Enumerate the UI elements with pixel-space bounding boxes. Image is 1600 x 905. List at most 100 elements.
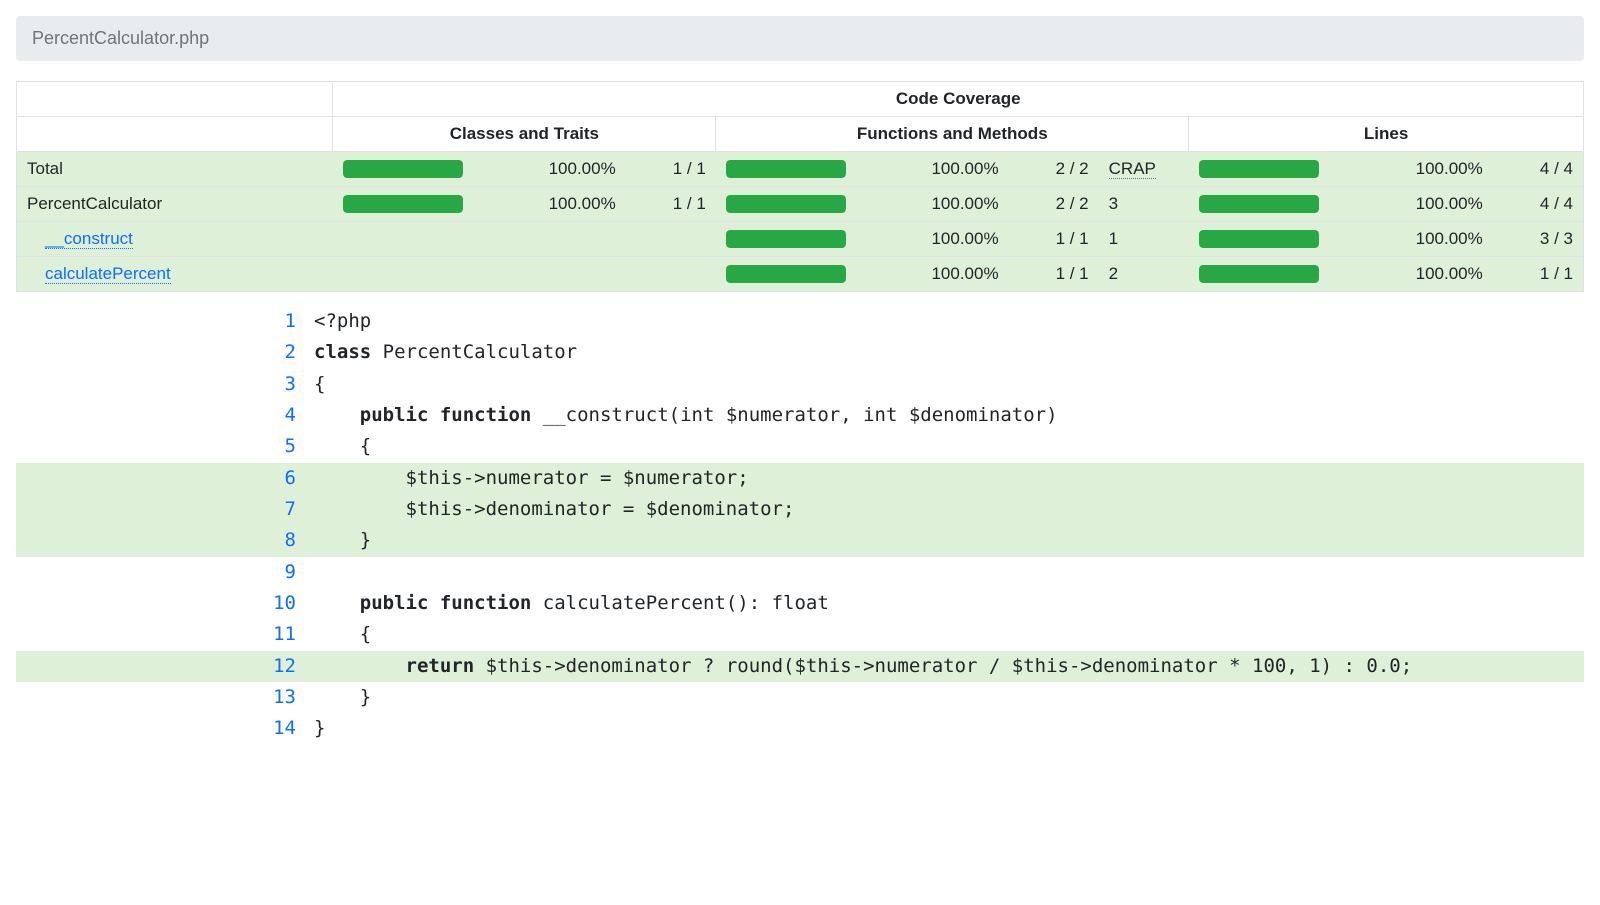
line-number[interactable]: 12: [16, 651, 314, 682]
progress-bar-functions: [726, 195, 846, 213]
classes-frac: 1 / 1: [626, 152, 716, 187]
progress-cell-lines: [1189, 187, 1358, 222]
progress-classes: [343, 160, 463, 178]
functions-pct: 100.00%: [873, 152, 1008, 187]
source-line: 12 return $this->denominator ? round($th…: [16, 651, 1584, 682]
progress-cell-classes: [333, 152, 491, 187]
line-code: }: [314, 713, 1584, 744]
classes-pct: 100.00%: [491, 152, 626, 187]
classes-frac: 1 / 1: [626, 187, 716, 222]
row-link[interactable]: __construct: [45, 229, 133, 249]
line-code: public function __construct(int $numerat…: [314, 400, 1584, 431]
table-row: PercentCalculator100.00%1 / 1100.00%2 / …: [17, 187, 1584, 222]
row-link[interactable]: calculatePercent: [45, 264, 171, 284]
header-lines: Lines: [1189, 117, 1584, 152]
lines-pct: 100.00%: [1358, 187, 1493, 222]
line-number[interactable]: 10: [16, 588, 314, 619]
progress-bar-functions: [726, 230, 846, 248]
row-name: PercentCalculator: [27, 194, 162, 213]
crap-value: 3: [1099, 187, 1189, 222]
functions-frac: 1 / 1: [1009, 257, 1099, 292]
line-code: public function calculatePercent(): floa…: [314, 588, 1584, 619]
line-number[interactable]: 4: [16, 400, 314, 431]
source-line: 8 }: [16, 525, 1584, 556]
line-code: [314, 557, 1584, 588]
line-number[interactable]: 11: [16, 619, 314, 650]
source-line: 11 {: [16, 619, 1584, 650]
source-line: 9: [16, 557, 1584, 588]
line-code: }: [314, 682, 1584, 713]
source-line: 7 $this->denominator = $denominator;: [16, 494, 1584, 525]
classes-frac: [626, 222, 716, 257]
header-functions: Functions and Methods: [716, 117, 1189, 152]
progress-functions: [726, 265, 846, 283]
crap-value: 2: [1099, 257, 1189, 292]
line-code: $this->numerator = $numerator;: [314, 463, 1584, 494]
progress-bar-lines: [1199, 160, 1319, 178]
progress-cell-lines: [1189, 257, 1358, 292]
progress-bar-classes: [343, 160, 463, 178]
source-line: 14}: [16, 713, 1584, 744]
progress-cell-classes: [333, 187, 491, 222]
source-line: 3{: [16, 369, 1584, 400]
classes-pct: [491, 257, 626, 292]
progress-cell-classes: [333, 222, 491, 257]
lines-pct: 100.00%: [1358, 222, 1493, 257]
crap-header-label: CRAP: [1109, 159, 1156, 179]
progress-cell-functions: [716, 187, 874, 222]
header-classes: Classes and Traits: [333, 117, 716, 152]
coverage-table: Code Coverage Classes and Traits Functio…: [16, 81, 1584, 292]
line-number[interactable]: 2: [16, 337, 314, 368]
lines-frac: 4 / 4: [1493, 152, 1584, 187]
line-number[interactable]: 14: [16, 713, 314, 744]
source-line: 5 {: [16, 431, 1584, 462]
row-name-cell: __construct: [17, 222, 333, 257]
line-number[interactable]: 6: [16, 463, 314, 494]
line-number[interactable]: 1: [16, 306, 314, 337]
page: PercentCalculator.php Code Coverage Clas…: [0, 0, 1600, 785]
classes-frac: [626, 257, 716, 292]
lines-frac: 1 / 1: [1493, 257, 1584, 292]
progress-bar-lines: [1199, 195, 1319, 213]
progress-cell-functions: [716, 222, 874, 257]
source-line: 1<?php: [16, 306, 1584, 337]
line-number[interactable]: 3: [16, 369, 314, 400]
line-number[interactable]: 13: [16, 682, 314, 713]
row-name: Total: [27, 159, 63, 178]
source-listing: 1<?php2class PercentCalculator3{4 public…: [16, 306, 1584, 745]
source-line: 10 public function calculatePercent(): f…: [16, 588, 1584, 619]
functions-pct: 100.00%: [873, 187, 1008, 222]
progress-bar-classes: [343, 195, 463, 213]
line-number[interactable]: 5: [16, 431, 314, 462]
line-code: {: [314, 369, 1584, 400]
source-line: 13 }: [16, 682, 1584, 713]
functions-pct: 100.00%: [873, 222, 1008, 257]
classes-pct: [491, 222, 626, 257]
progress-classes: [343, 195, 463, 213]
progress-cell-lines: [1189, 222, 1358, 257]
breadcrumb-file: PercentCalculator.php: [32, 28, 209, 48]
line-code: }: [314, 525, 1584, 556]
crap-header-cell: CRAP: [1099, 152, 1189, 187]
line-code: {: [314, 619, 1584, 650]
line-number[interactable]: 9: [16, 557, 314, 588]
crap-value: 1: [1099, 222, 1189, 257]
functions-frac: 2 / 2: [1009, 152, 1099, 187]
line-code: {: [314, 431, 1584, 462]
line-number[interactable]: 8: [16, 525, 314, 556]
source-line: 2class PercentCalculator: [16, 337, 1584, 368]
lines-frac: 3 / 3: [1493, 222, 1584, 257]
line-code: class PercentCalculator: [314, 337, 1584, 368]
progress-functions: [726, 160, 846, 178]
lines-frac: 4 / 4: [1493, 187, 1584, 222]
header-coverage: Code Coverage: [333, 82, 1584, 117]
classes-pct: 100.00%: [491, 187, 626, 222]
row-name-cell: PercentCalculator: [17, 187, 333, 222]
line-code: <?php: [314, 306, 1584, 337]
functions-frac: 2 / 2: [1009, 187, 1099, 222]
progress-bar-functions: [726, 265, 846, 283]
line-number[interactable]: 7: [16, 494, 314, 525]
progress-lines: [1199, 230, 1319, 248]
row-name-cell: calculatePercent: [17, 257, 333, 292]
progress-cell-classes: [333, 257, 491, 292]
